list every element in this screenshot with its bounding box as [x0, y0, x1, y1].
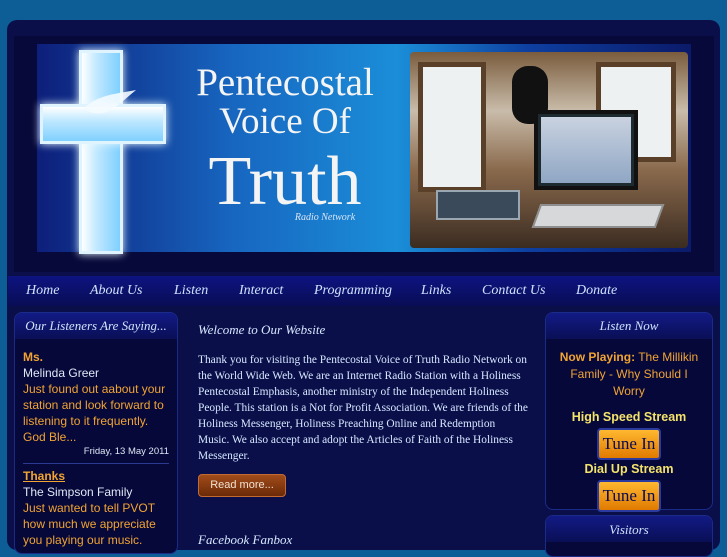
visitors-title: Visitors [546, 516, 712, 542]
title-line-2: Voice Of [219, 101, 351, 142]
now-playing-label: Now Playing: [559, 350, 636, 364]
testimonial-text: Just wanted to tell PVOT how much we app… [23, 501, 156, 547]
listen-now-panel: Listen Now Now Playing: The Millikin Fam… [545, 312, 713, 512]
nav-home[interactable]: Home [26, 283, 59, 299]
testimonial-author: Melinda Greer [23, 366, 100, 380]
listen-now-title: Listen Now [546, 313, 712, 339]
dial-up-label: Dial Up Stream [584, 462, 674, 476]
testimonial-text: Just found out aabout your station and l… [23, 382, 166, 444]
nav-about-us[interactable]: About Us [90, 283, 143, 299]
now-playing: Now Playing: The Millikin Family - Why S… [546, 339, 712, 400]
testimonial-heading[interactable]: Ms. [23, 349, 169, 365]
visitors-panel: Visitors [545, 515, 713, 557]
studio-photo [410, 52, 688, 248]
listeners-panel: Our Listeners Are Saying... Ms. Melinda … [14, 312, 178, 554]
monitor-icon [534, 110, 638, 190]
welcome-title: Welcome to Our Website [198, 322, 326, 337]
welcome-body: Thank you for visiting the Pentecostal V… [198, 354, 528, 462]
testimonial-item: Ms. Melinda Greer Just found out aabout … [15, 349, 177, 459]
read-more-button[interactable]: Read more... [198, 474, 286, 497]
nav-programming[interactable]: Programming [314, 283, 392, 299]
testimonial-item: Thanks The Simpson Family Just wanted to… [15, 468, 177, 548]
nav-donate[interactable]: Donate [576, 283, 617, 299]
cross-logo-vertical [79, 50, 123, 254]
facebook-fanbox-title: Facebook Fanbox [198, 532, 293, 547]
testimonial-heading[interactable]: Thanks [23, 468, 169, 484]
title-line-3: Truth [208, 143, 362, 220]
dove-icon [84, 90, 136, 114]
keyboard-icon [531, 204, 665, 228]
window-left [418, 62, 486, 192]
tune-in-dial-up-button[interactable]: Tune In [597, 480, 661, 512]
nav-links[interactable]: Links [421, 283, 451, 299]
title-subtitle: Radio Network [294, 212, 356, 223]
listeners-panel-title: Our Listeners Are Saying... [15, 313, 177, 339]
main-nav: Home About Us Listen Interact Programmin… [8, 276, 720, 306]
high-speed-label: High Speed Stream [571, 410, 687, 424]
nav-interact[interactable]: Interact [239, 283, 283, 299]
testimonial-author: The Simpson Family [23, 485, 133, 499]
tune-in-high-speed-button[interactable]: Tune In [597, 428, 661, 460]
nav-contact-us[interactable]: Contact Us [482, 283, 545, 299]
mixer-icon [436, 190, 520, 220]
main-content: Welcome to Our Website Thank you for vis… [186, 306, 538, 547]
divider [23, 463, 169, 464]
title-line-1: Pentecostal [196, 61, 374, 104]
testimonial-date: Friday, 13 May 2011 [83, 446, 169, 457]
nav-listen[interactable]: Listen [174, 283, 208, 299]
